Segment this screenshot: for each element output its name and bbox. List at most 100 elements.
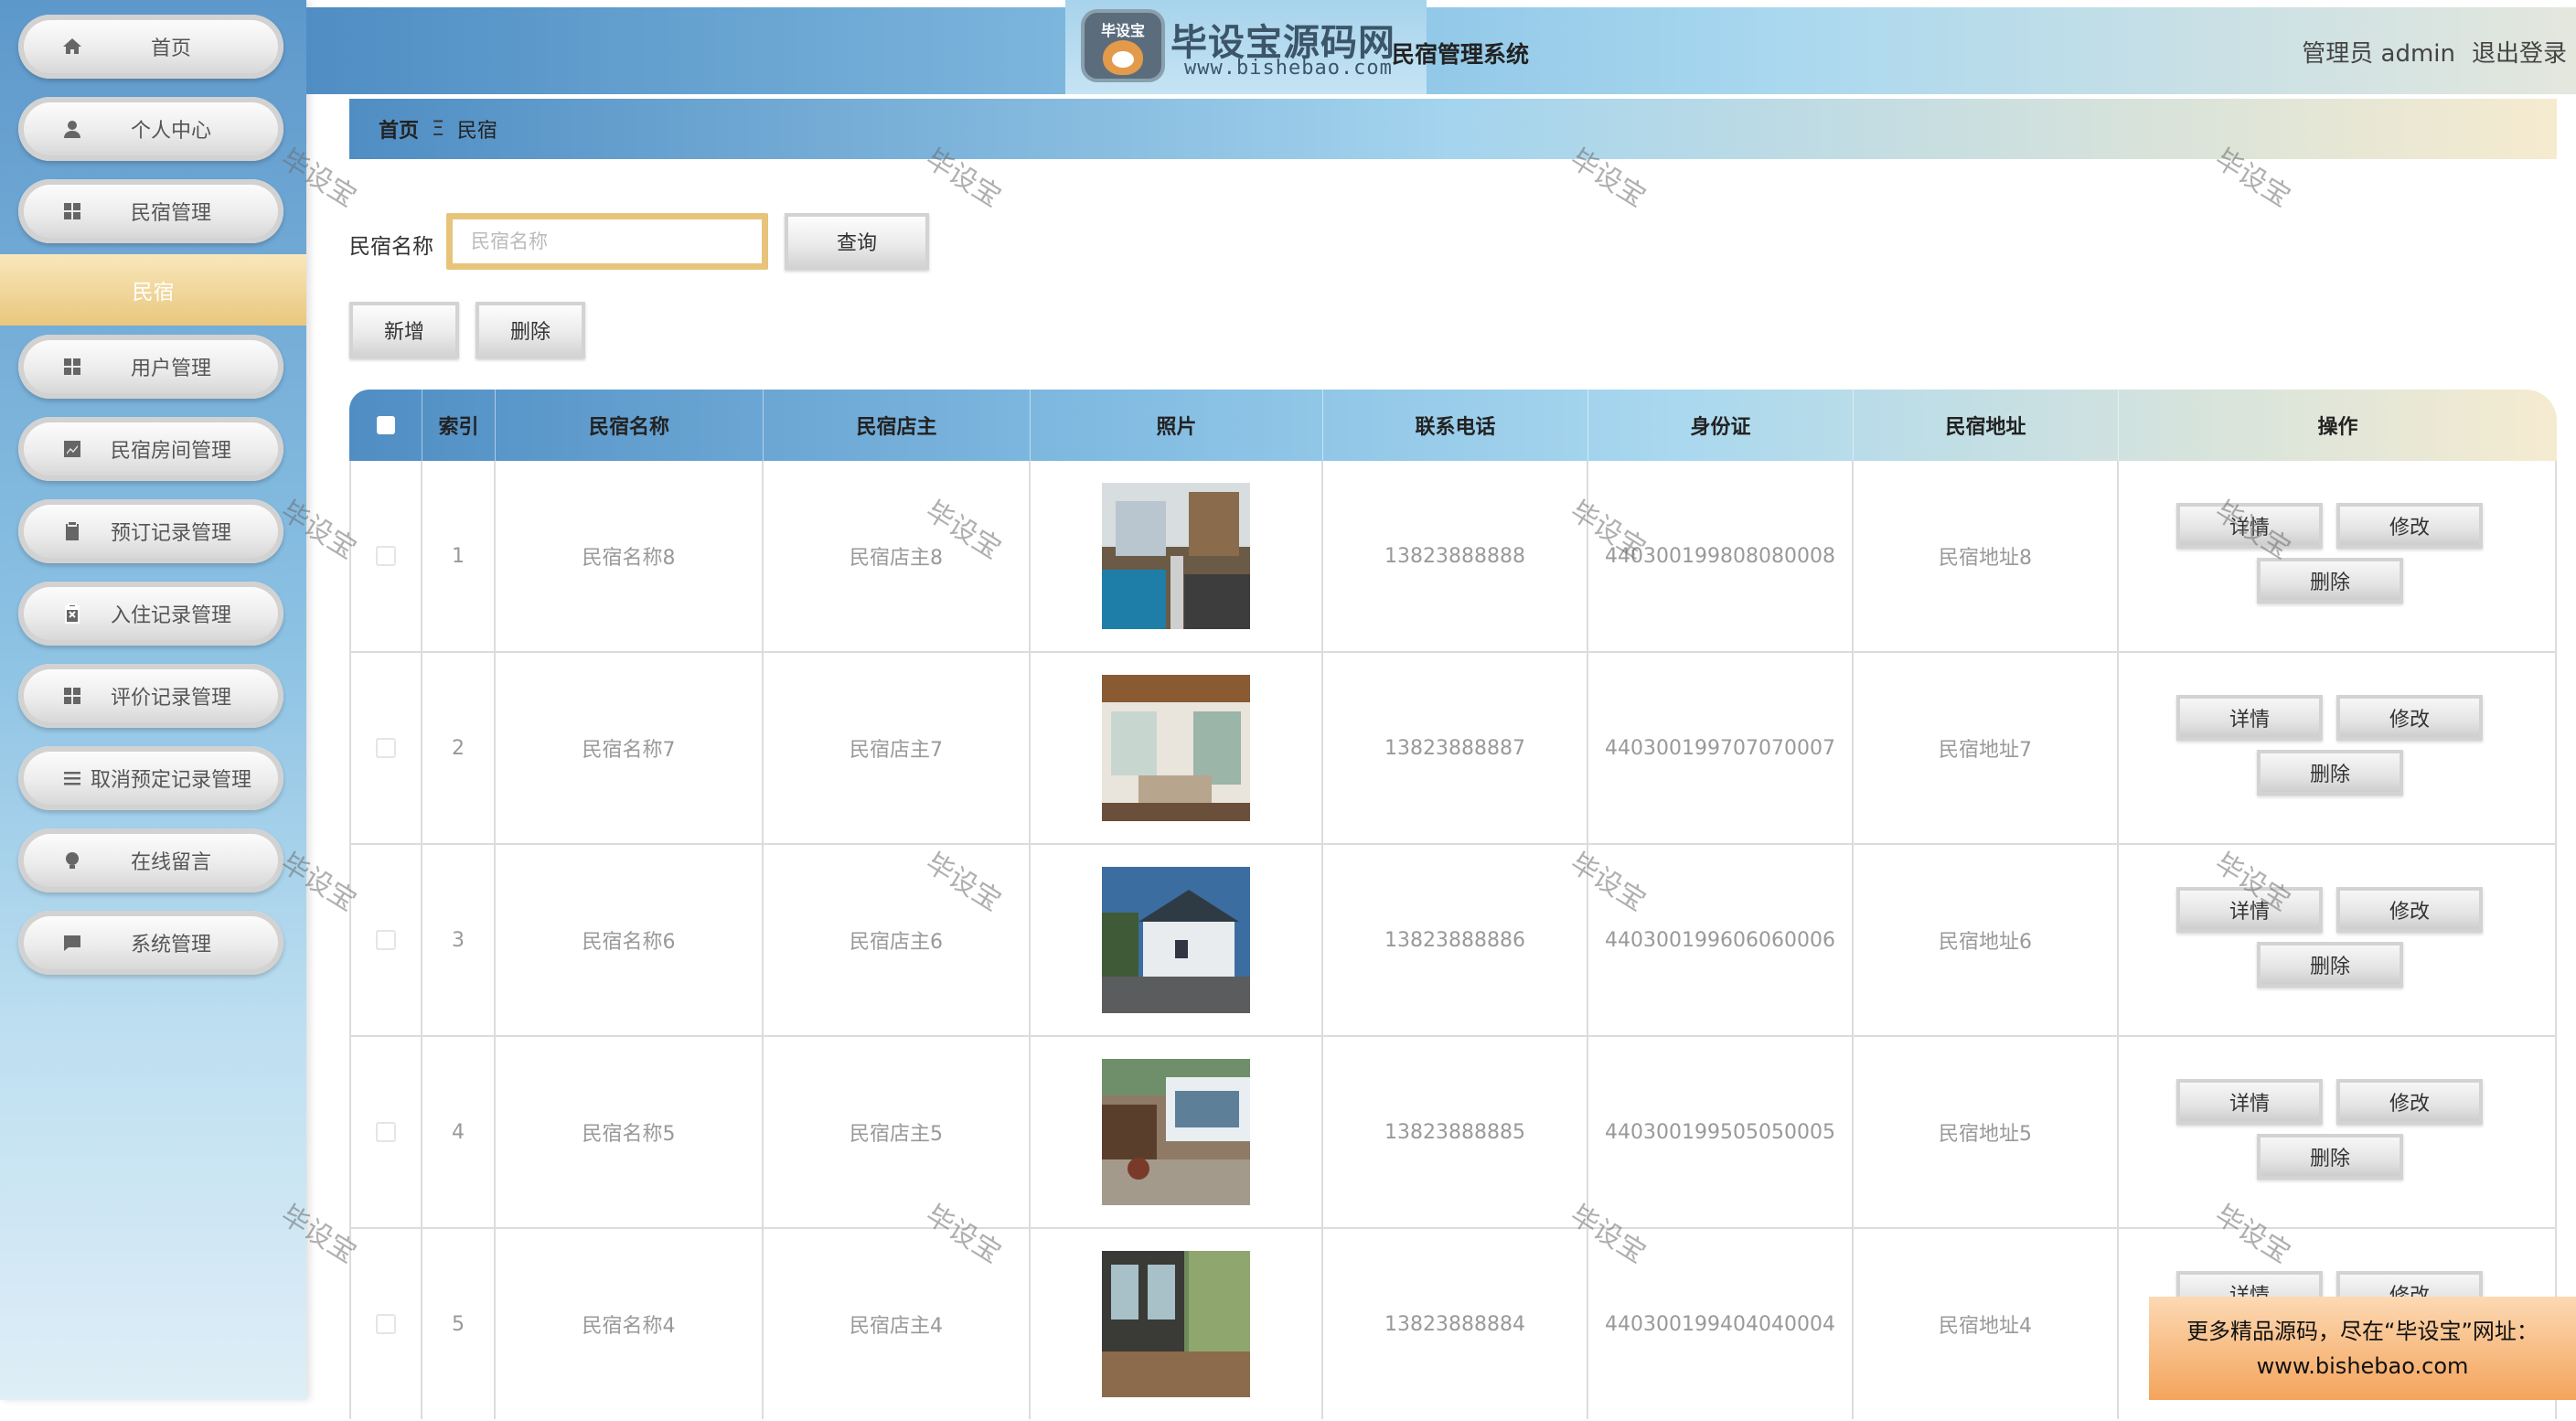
- logo-badge-text: 毕设宝: [1100, 22, 1145, 39]
- cell-name: 民宿名称5: [496, 1037, 764, 1227]
- row-select[interactable]: [349, 461, 422, 651]
- column-header: 操作: [2317, 416, 2358, 439]
- sidebar-item-label: 评价记录管理: [110, 687, 231, 710]
- table-row: 3 民宿名称6 民宿店主6 13823888886 44030019960606…: [349, 845, 2557, 1037]
- row-checkbox[interactable]: [376, 546, 396, 566]
- cell-photo: [1031, 845, 1323, 1035]
- cell-owner: 民宿店主8: [764, 461, 1031, 651]
- list-icon: [59, 764, 86, 792]
- user-info: 管理员 admin 退出登录: [2302, 35, 2567, 69]
- sidebar-item-system[interactable]: 系统管理: [18, 911, 283, 975]
- row-delete-button[interactable]: 删除: [2257, 750, 2403, 796]
- column-header: 民宿名称: [496, 390, 764, 461]
- table-row: 1 民宿名称8 民宿店主8 13823888888 44030019980808…: [349, 461, 2557, 653]
- sidebar-item-user-management[interactable]: 用户管理: [18, 335, 283, 399]
- system-title: 民宿管理系统: [1392, 41, 1530, 68]
- cell-name: 民宿名称7: [496, 653, 764, 843]
- sidebar-item-homestay[interactable]: 民宿: [0, 254, 306, 326]
- chat-icon: [59, 929, 86, 956]
- sidebar-item-checkin-management[interactable]: 入住记录管理: [18, 582, 283, 646]
- column-header: 照片: [1031, 390, 1323, 461]
- delete-button[interactable]: 删除: [476, 302, 585, 358]
- sidebar-item-cancel-management[interactable]: 取消预定记录管理: [18, 746, 283, 810]
- sidebar-item-label: 用户管理: [130, 358, 211, 380]
- row-delete-button[interactable]: 删除: [2257, 558, 2403, 604]
- row-select[interactable]: [349, 845, 422, 1035]
- sidebar-item-label: 预订记录管理: [110, 522, 231, 545]
- column-header: 民宿地址: [1854, 390, 2119, 461]
- row-select[interactable]: [349, 653, 422, 843]
- cell-name: 民宿名称4: [496, 1229, 764, 1419]
- logo-url: www.bishebao.com: [1184, 57, 1393, 80]
- breadcrumb-current: 民宿: [456, 120, 497, 143]
- cell-address: 民宿地址5: [1854, 1037, 2119, 1227]
- edit-button[interactable]: 修改: [2336, 695, 2483, 741]
- homestay-photo[interactable]: [1102, 1059, 1250, 1205]
- detail-button[interactable]: 详情: [2176, 1079, 2323, 1125]
- homestay-photo[interactable]: [1102, 483, 1250, 629]
- table-header: 索引 民宿名称 民宿店主 照片 联系电话 身份证 民宿地址 操作: [349, 390, 2557, 461]
- cell-phone: 13823888885: [1323, 1037, 1588, 1227]
- homestay-photo[interactable]: [1102, 675, 1250, 821]
- cell-actions: 详情 修改 删除: [2119, 1037, 2557, 1227]
- detail-button[interactable]: 详情: [2176, 695, 2323, 741]
- search-button[interactable]: 查询: [785, 213, 929, 270]
- add-button[interactable]: 新增: [349, 302, 459, 358]
- grid-icon: [59, 353, 86, 380]
- breadcrumb-home[interactable]: 首页: [379, 114, 419, 144]
- detail-button[interactable]: 详情: [2176, 887, 2323, 933]
- chart-icon: [59, 435, 86, 463]
- logo-mascot-icon: [1103, 40, 1143, 75]
- sidebar-item-review-management[interactable]: 评价记录管理: [18, 664, 283, 728]
- edit-button[interactable]: 修改: [2336, 503, 2483, 549]
- cell-photo: [1031, 1229, 1323, 1419]
- cell-photo: [1031, 653, 1323, 843]
- clipboard-x-icon: [59, 600, 86, 627]
- current-user: 管理员 admin: [2302, 40, 2455, 68]
- promo-line2: www.bishebao.com: [2256, 1352, 2469, 1379]
- row-checkbox[interactable]: [376, 930, 396, 950]
- promo-line1: 更多精品源码，尽在“毕设宝”网址：: [2186, 1318, 2539, 1344]
- sidebar-item-label: 首页: [150, 37, 191, 60]
- sidebar-item-booking-management[interactable]: 预订记录管理: [18, 499, 283, 563]
- row-select[interactable]: [349, 1229, 422, 1419]
- row-checkbox[interactable]: [376, 1314, 396, 1334]
- detail-button[interactable]: 详情: [2176, 503, 2323, 549]
- sidebar-item-room-management[interactable]: 民宿房间管理: [18, 417, 283, 481]
- sidebar-item-messages[interactable]: 在线留言: [18, 828, 283, 892]
- table-row: 2 民宿名称7 民宿店主7 13823888887 44030019970707…: [349, 653, 2557, 845]
- promo-banner[interactable]: 更多精品源码，尽在“毕设宝”网址： www.bishebao.com: [2149, 1297, 2576, 1400]
- table-row: 4 民宿名称5 民宿店主5 13823888885 44030019950505…: [349, 1037, 2557, 1229]
- row-select[interactable]: [349, 1037, 422, 1227]
- logo-badge: 毕设宝: [1081, 9, 1165, 82]
- homestay-photo[interactable]: [1102, 1251, 1250, 1397]
- homestay-photo[interactable]: [1102, 867, 1250, 1013]
- column-header: 民宿店主: [764, 390, 1031, 461]
- cell-owner: 民宿店主7: [764, 653, 1031, 843]
- select-all-checkbox[interactable]: [376, 416, 395, 434]
- cell-phone: 13823888884: [1323, 1229, 1588, 1419]
- edit-button[interactable]: 修改: [2336, 1079, 2483, 1125]
- sidebar-item-home[interactable]: 首页: [18, 15, 283, 79]
- cell-owner: 民宿店主5: [764, 1037, 1031, 1227]
- grid-icon: [59, 682, 86, 710]
- cell-owner: 民宿店主4: [764, 1229, 1031, 1419]
- edit-button[interactable]: 修改: [2336, 887, 2483, 933]
- search-input[interactable]: [446, 213, 768, 270]
- row-delete-button[interactable]: 删除: [2257, 942, 2403, 988]
- sidebar-item-homestay-management[interactable]: 民宿管理: [18, 179, 283, 243]
- search-label: 民宿名称: [349, 235, 433, 259]
- row-checkbox[interactable]: [376, 738, 396, 758]
- breadcrumb: 首页 Ξ 民宿: [349, 99, 2557, 159]
- cell-actions: 详情 修改 删除: [2119, 653, 2557, 843]
- sidebar-item-profile[interactable]: 个人中心: [18, 97, 283, 161]
- sidebar-item-label: 民宿管理: [130, 202, 211, 225]
- logout-link[interactable]: 退出登录: [2472, 35, 2567, 69]
- sidebar-item-label: 系统管理: [130, 934, 211, 956]
- sidebar: 首页 个人中心 民宿管理 民宿 用户管理 民宿房间管理 预订记录管理 入住记录管…: [0, 0, 306, 1400]
- row-delete-button[interactable]: 删除: [2257, 1134, 2403, 1180]
- header-select-all[interactable]: [349, 390, 422, 461]
- cell-phone: 13823888886: [1323, 845, 1588, 1035]
- cell-name: 民宿名称6: [496, 845, 764, 1035]
- row-checkbox[interactable]: [376, 1122, 396, 1142]
